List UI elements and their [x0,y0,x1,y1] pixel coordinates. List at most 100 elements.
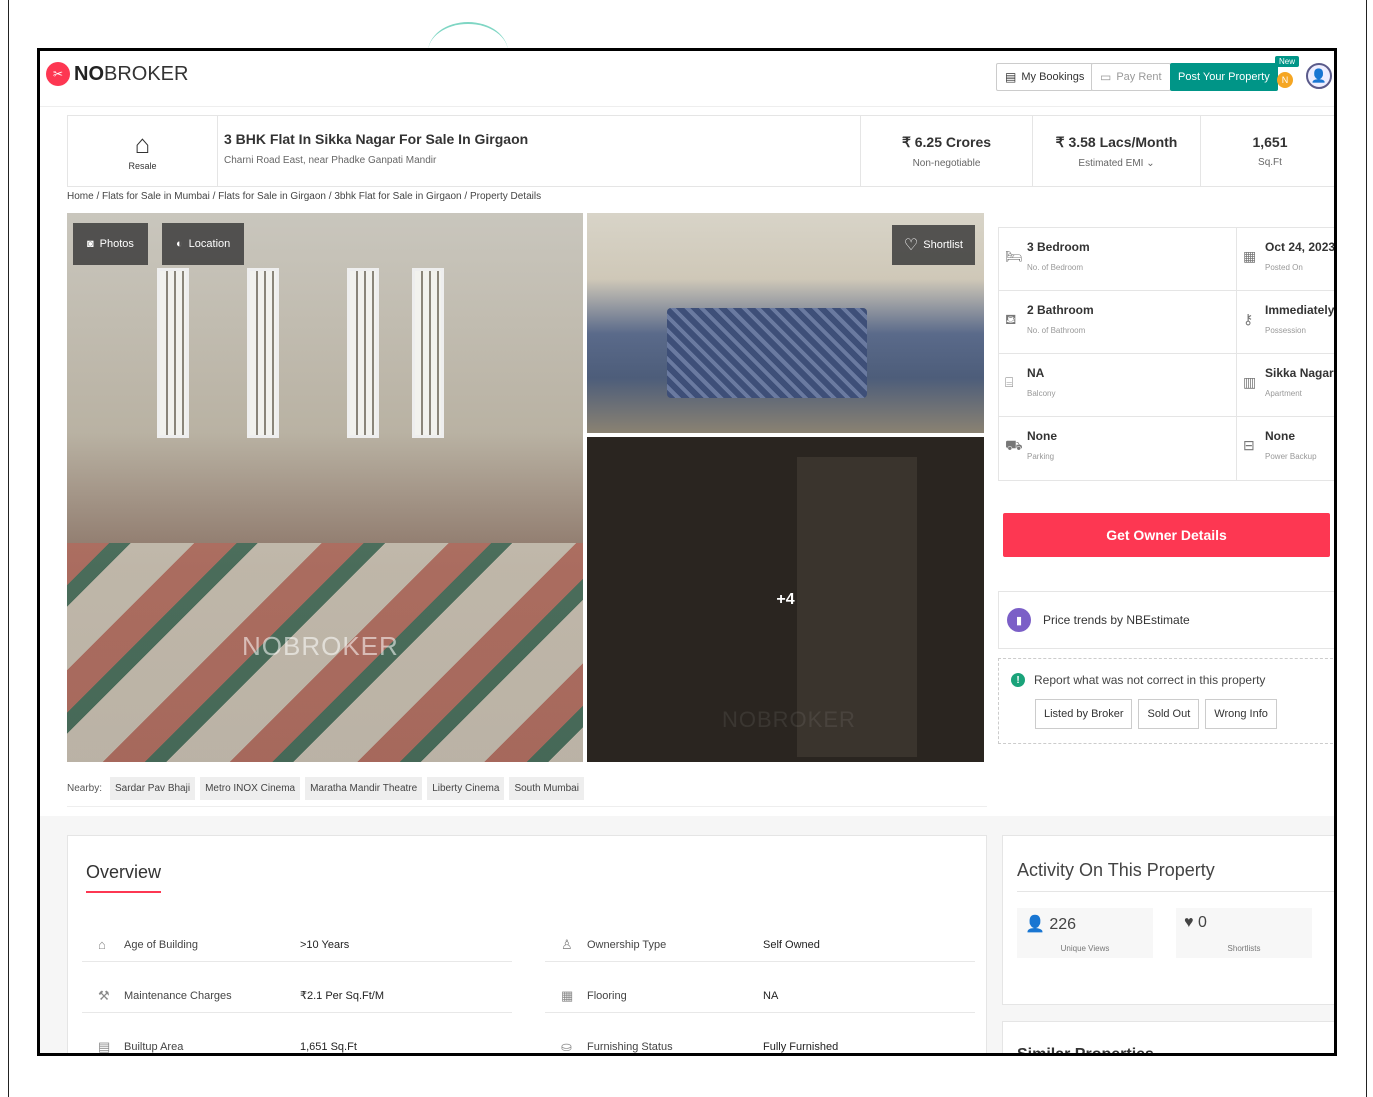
detail-bathrooms: ⛾ 2 Bathroom No. of Bathroom [999,291,1237,354]
bedroom-photo[interactable]: ♡ Shortlist [587,213,984,433]
nearby-chip[interactable]: Maratha Mandir Theatre [305,777,423,800]
bed-graphic [667,308,867,398]
similar-properties-card: Similar Properties [1002,1021,1334,1056]
detail-label: Balcony [1027,389,1056,398]
overview-row: ⚒ Maintenance Charges ₹2.1 Per Sq.Ft/M [82,979,512,1013]
nearby-chip[interactable]: South Mumbai [509,777,584,800]
car-icon: ⛟ [1005,437,1023,453]
heart-icon: ♥ [1184,914,1194,931]
emi-dropdown[interactable]: Estimated EMI ⌄ [1078,158,1154,169]
overview-row: ⌂ Age of Building >10 Years [82,928,512,962]
resale-tag: ⌂ Resale [68,116,218,186]
camera-icon: ◙ [87,238,94,250]
window-graphic [347,268,379,438]
pay-rent-button[interactable]: ▭ Pay Rent [1091,63,1171,91]
get-owner-details-button[interactable]: Get Owner Details [1003,513,1330,557]
detail-label: Possession [1265,326,1306,335]
bookings-icon: ▤ [1005,70,1017,84]
tools-icon: ⚒ [98,987,110,1003]
views-label: Unique Views [1060,944,1110,953]
detail-label: No. of Bedroom [1027,263,1084,272]
detail-value: Sikka Nagar [1265,366,1334,380]
more-photos-count: +4 [776,590,795,608]
detail-value: 2 Bathroom [1027,303,1094,317]
overview-key: Furnishing Status [587,1041,673,1053]
price-trends-link[interactable]: ▮ Price trends by NBEstimate [998,591,1334,649]
nearby-chip[interactable]: Sardar Pav Bhaji [110,777,196,800]
nobroker-logo[interactable]: ✂ NOBROKER [46,62,188,86]
more-photos-tile[interactable]: NOBROKER +4 [587,437,984,762]
balcony-icon: ⌸ [1005,374,1014,390]
price-trends-label: Price trends by NBEstimate [1043,613,1190,627]
key-icon: ⚷ [1243,311,1254,327]
my-bookings-button[interactable]: ▤ My Bookings [996,63,1094,91]
overview-row: ▦ Flooring NA [545,979,975,1013]
shortlists-label: Shortlists [1227,944,1261,953]
shortlist-label: Shortlist [923,239,963,251]
post-property-label: Post Your Property [1178,71,1270,83]
sofa-icon: ⛀ [561,1039,572,1054]
similar-properties-title: Similar Properties [1017,1046,1154,1056]
overview-value: ₹2.1 Per Sq.Ft/M [300,990,385,1002]
flooring-icon: ▦ [561,987,574,1003]
emi-block[interactable]: ₹ 3.58 Lacs/Month Estimated EMI ⌄ [1033,116,1201,186]
user-avatar-icon[interactable]: 👤 [1306,63,1332,89]
property-summary-bar: ⌂ Resale 3 BHK Flat In Sikka Nagar For S… [67,115,1334,187]
overview-key: Flooring [587,989,627,1002]
shortlists-box: ♥ 0 Shortlists [1176,908,1312,958]
overview-value: >10 Years [300,938,350,951]
heart-icon: ♡ [903,237,919,254]
price-block: ₹ 6.25 Crores Non-negotiable [861,116,1033,186]
area-block: 1,651 Sq.Ft [1201,116,1334,186]
logo-icon: ✂ [46,62,70,86]
detail-value: Oct 24, 2023 [1265,240,1336,254]
detail-power-backup: ⊟ None Power Backup [1237,417,1334,480]
window-graphic [157,268,189,438]
resale-label: Resale [128,161,157,171]
battery-icon: ⊟ [1243,437,1255,453]
property-details-grid: 🛏 3 Bedroom No. of Bedroom ▦ Oct 24, 202… [998,227,1336,481]
overview-key: Age of Building [124,938,198,951]
logo-text: NOBROKER [74,62,189,85]
detail-label: Power Backup [1265,452,1317,461]
top-navbar: ✂ NOBROKER ▤ My Bookings ▭ Pay Rent Post… [40,51,1334,107]
overview-title: Overview [86,862,162,893]
location-button[interactable]: ◐ Location [162,223,245,265]
shortlists-count: 0 [1197,914,1207,931]
bath-icon: ⛾ [1005,311,1017,327]
photos-button[interactable]: ◙ Photos [73,223,148,265]
overview-value: NA [763,989,779,1002]
post-property-button[interactable]: Post Your Property [1170,63,1278,91]
detail-bedrooms: 🛏 3 Bedroom No. of Bedroom [999,228,1237,291]
breadcrumb[interactable]: Home / Flats for Sale in Mumbai / Flats … [67,191,541,202]
report-sold-out-button[interactable]: Sold Out [1138,699,1200,729]
chart-icon: ▮ [1007,608,1031,632]
area-icon: ▤ [98,1039,111,1054]
report-listed-by-broker-button[interactable]: Listed by Broker [1035,699,1133,729]
detail-value: None [1027,429,1057,443]
detail-label: Parking [1027,452,1055,461]
building-age-icon: ⌂ [98,937,106,952]
house-icon: ⌂ [134,129,151,159]
person-icon: 👤 [1025,916,1045,933]
detail-value: Immediately [1265,303,1335,317]
shortlist-button[interactable]: ♡ Shortlist [891,225,975,265]
overview-row: ▤ Builtup Area 1,651 Sq.Ft [82,1030,512,1054]
price-value: ₹ 6.25 Crores [901,133,992,150]
card-icon: ▭ [1100,70,1112,84]
overview-card: Overview ⌂ Age of Building >10 Years ♙ O… [67,835,987,1054]
detail-value: NA [1027,366,1045,380]
window-graphic [412,268,444,438]
detail-apartment: ▥ Sikka Nagar Apartment [1237,354,1334,417]
building-icon: ▥ [1243,374,1257,390]
calendar-icon: ▦ [1243,248,1257,264]
area-value: 1,651 [1252,134,1288,150]
notification-icon[interactable]: N [1277,72,1293,88]
nearby-chip[interactable]: Metro INOX Cinema [200,777,301,800]
bed-icon: 🛏 [1005,248,1023,264]
report-wrong-info-button[interactable]: Wrong Info [1205,699,1277,729]
detail-label: Posted On [1265,263,1303,272]
nearby-chip[interactable]: Liberty Cinema [427,777,505,800]
watermark: NOBROKER [242,631,399,661]
main-photo[interactable]: NOBROKER ◙ Photos ◐ Location [67,213,583,762]
